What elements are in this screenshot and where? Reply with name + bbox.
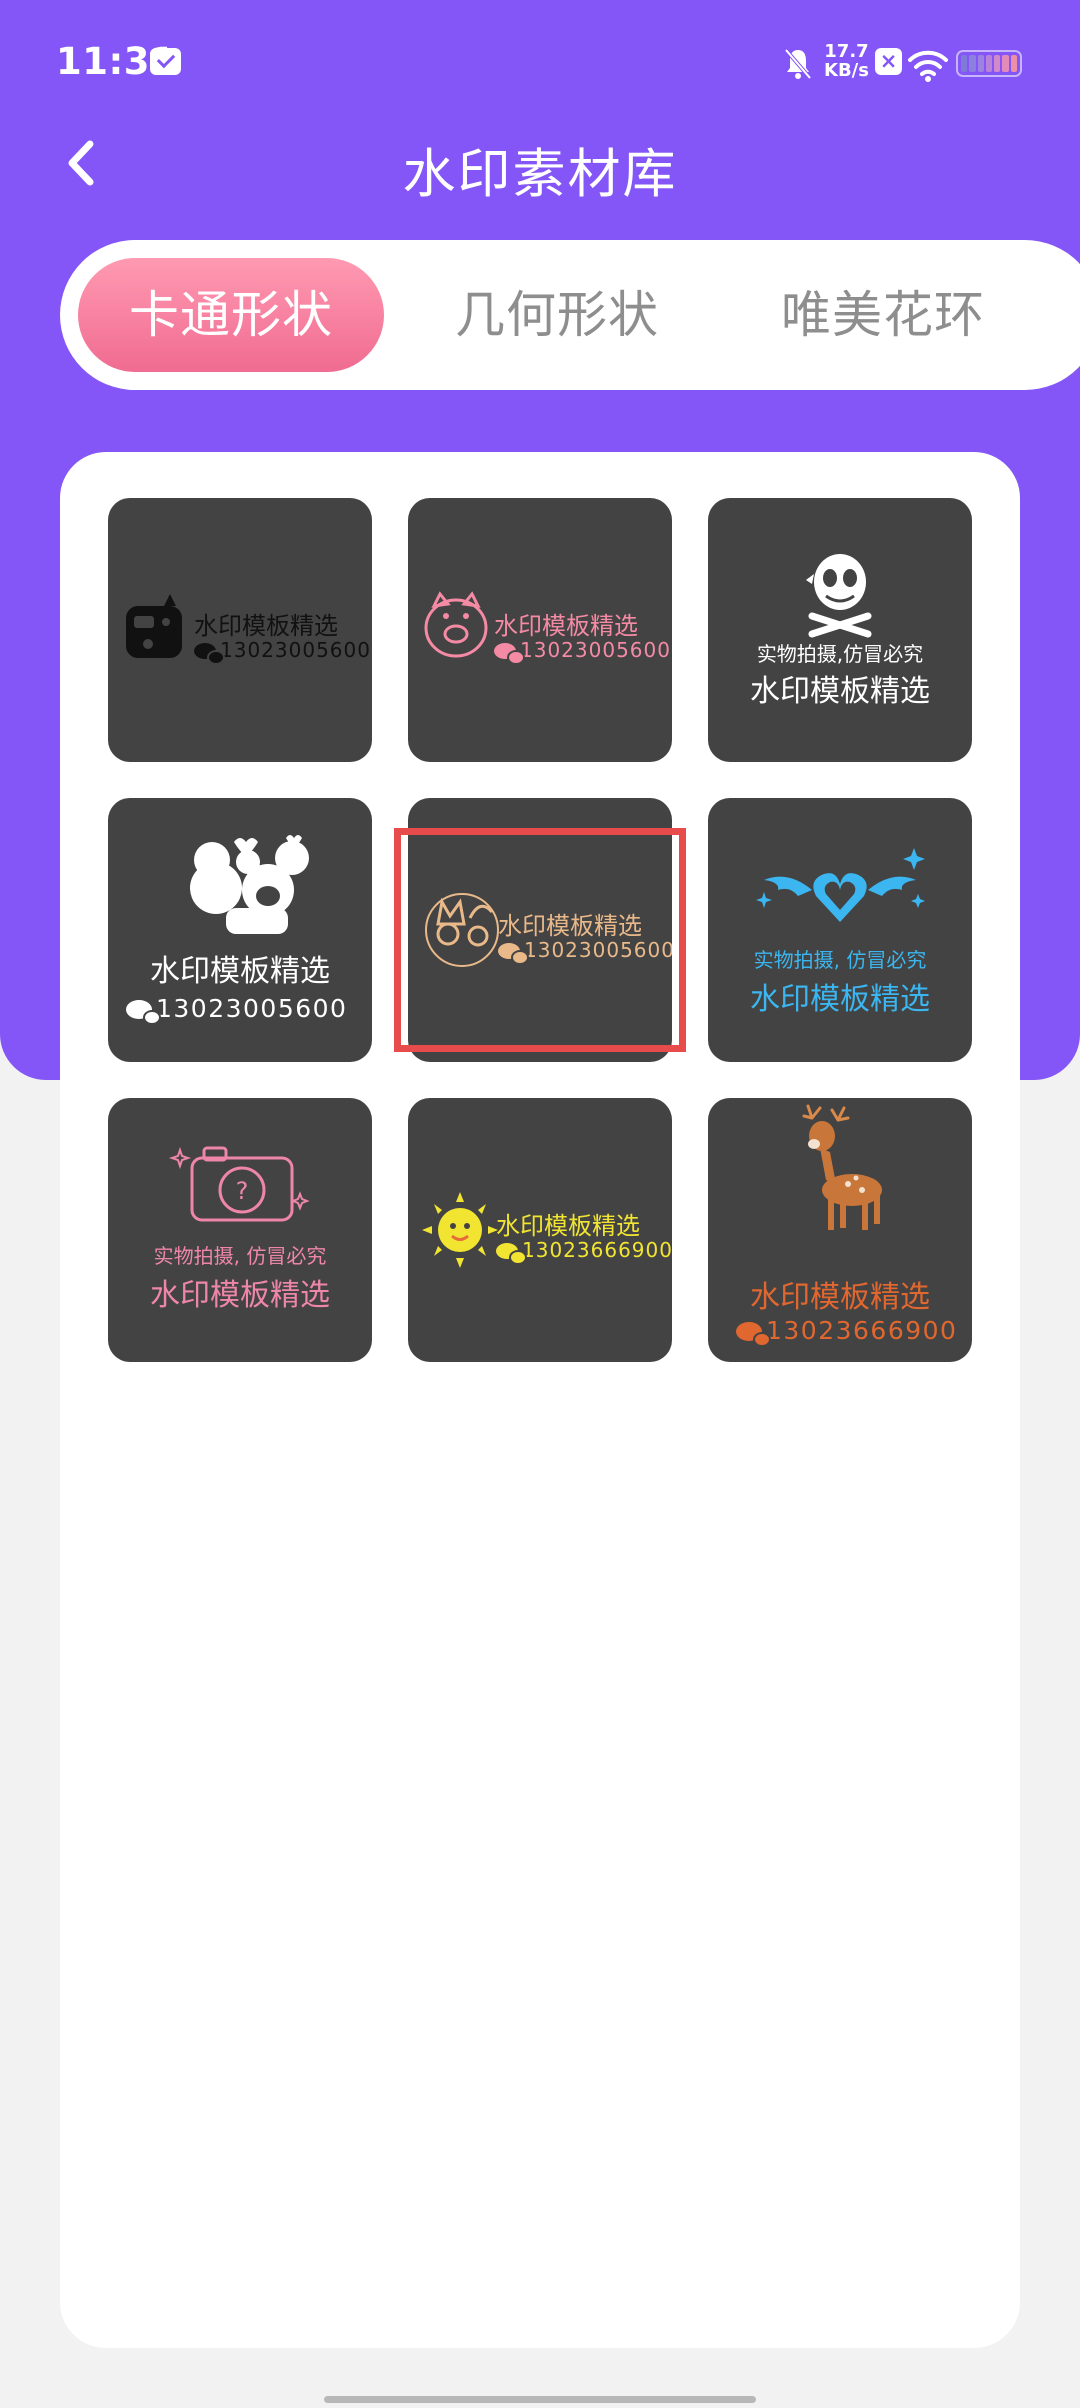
- tile-phone: 13023005600: [494, 638, 671, 663]
- message-notification-icon: [150, 48, 181, 75]
- watermark-tile[interactable]: ? 实物拍摄, 仿冒必究 水印模板精选: [108, 1098, 372, 1362]
- home-indicator[interactable]: [324, 2396, 756, 2403]
- tile-title: 水印模板精选: [494, 612, 638, 640]
- category-tabs: 卡通形状 几何形状 唯美花环: [60, 240, 1080, 390]
- tile-phone: 13023005600: [126, 994, 347, 1023]
- tile-phone-number: 13023666900: [766, 1316, 958, 1345]
- battery-segment: [977, 55, 984, 72]
- status-bar: 11:31 17.7 KB/s ×: [0, 0, 1080, 125]
- tile-phone-number: 13023005600: [520, 638, 671, 662]
- tile-title: 水印模板精选: [750, 982, 930, 1017]
- tile-phone-number: 13023005600: [220, 638, 371, 662]
- tile-subtitle: 实物拍摄, 仿冒必究: [753, 948, 927, 972]
- wechat-icon: [126, 1000, 159, 1023]
- svg-text:?: ?: [236, 1177, 249, 1205]
- battery-segment: [1002, 55, 1009, 72]
- watermark-tile[interactable]: 水印模板精选 13023666900: [408, 1098, 672, 1362]
- tile-phone: 13023005600: [498, 938, 672, 963]
- close-box-icon: ×: [875, 48, 902, 75]
- skull-icon: [806, 554, 872, 638]
- battery-segment: [969, 55, 976, 72]
- wechat-icon: [194, 643, 223, 663]
- tile-phone-number: 13023005600: [524, 938, 672, 962]
- wechat-icon: [494, 643, 523, 663]
- tile-title: 水印模板精选: [750, 1280, 930, 1315]
- tile-phone: 13023666900: [496, 1238, 672, 1263]
- battery-segment: [985, 55, 993, 72]
- watermark-tile[interactable]: 实物拍摄,仿冒必究 水印模板精选: [708, 498, 972, 762]
- tile-title: 水印模板精选: [498, 912, 642, 940]
- tab-geometric-shape[interactable]: 几何形状: [404, 258, 710, 372]
- watermark-tile[interactable]: 水印模板精选 13023005600: [408, 498, 672, 762]
- wechat-icon: [496, 1243, 525, 1263]
- tile-title: 水印模板精选: [496, 1212, 640, 1240]
- tile-phone: 13023666900: [736, 1316, 957, 1345]
- battery-segment: [1010, 55, 1017, 72]
- network-speed: 17.7 KB/s: [824, 42, 869, 80]
- tile-title: 水印模板精选: [150, 954, 330, 989]
- tile-title: 水印模板精选: [750, 674, 930, 709]
- tile-subtitle: 实物拍摄,仿冒必究: [756, 642, 924, 666]
- tile-phone-number: 13023666900: [522, 1238, 672, 1262]
- tile-phone-number: 13023005600: [156, 994, 348, 1023]
- battery-segment: [994, 55, 1001, 72]
- tile-title: 水印模板精选: [194, 612, 338, 640]
- watermark-tile[interactable]: 水印模板精选 13023005600: [108, 498, 372, 762]
- battery-segment: [961, 55, 968, 72]
- watermark-tile[interactable]: 水印模板精选 13023005600: [408, 798, 672, 1062]
- watermark-tile[interactable]: 水印模板精选 13023005600: [108, 798, 372, 1062]
- tab-floral-wreath[interactable]: 唯美花环: [730, 258, 1036, 372]
- battery-icon: [956, 50, 1022, 77]
- winged-heart-icon: [756, 848, 925, 922]
- wechat-icon: [498, 943, 527, 963]
- tab-cartoon-shape[interactable]: 卡通形状: [78, 258, 384, 372]
- watermark-tile[interactable]: 实物拍摄, 仿冒必究 水印模板精选: [708, 798, 972, 1062]
- bell-muted-icon: [784, 48, 812, 80]
- watermark-tile[interactable]: 水印模板精选 13023666900: [708, 1098, 972, 1362]
- camera-icon: ?: [168, 1146, 310, 1222]
- wechat-icon: [736, 1322, 769, 1345]
- wifi-icon: [908, 50, 948, 82]
- watermark-grid: 水印模板精选 13023005600 水印模板精选 13023005600 实物…: [108, 498, 972, 1362]
- network-speed-value: 17.7: [824, 41, 869, 62]
- network-speed-unit: KB/s: [824, 60, 869, 81]
- app-header: 水印素材库: [0, 120, 1080, 210]
- page-title: 水印素材库: [402, 144, 678, 205]
- tile-phone: 13023005600: [194, 638, 371, 663]
- tile-title: 水印模板精选: [150, 1278, 330, 1313]
- tile-subtitle: 实物拍摄, 仿冒必究: [153, 1244, 327, 1268]
